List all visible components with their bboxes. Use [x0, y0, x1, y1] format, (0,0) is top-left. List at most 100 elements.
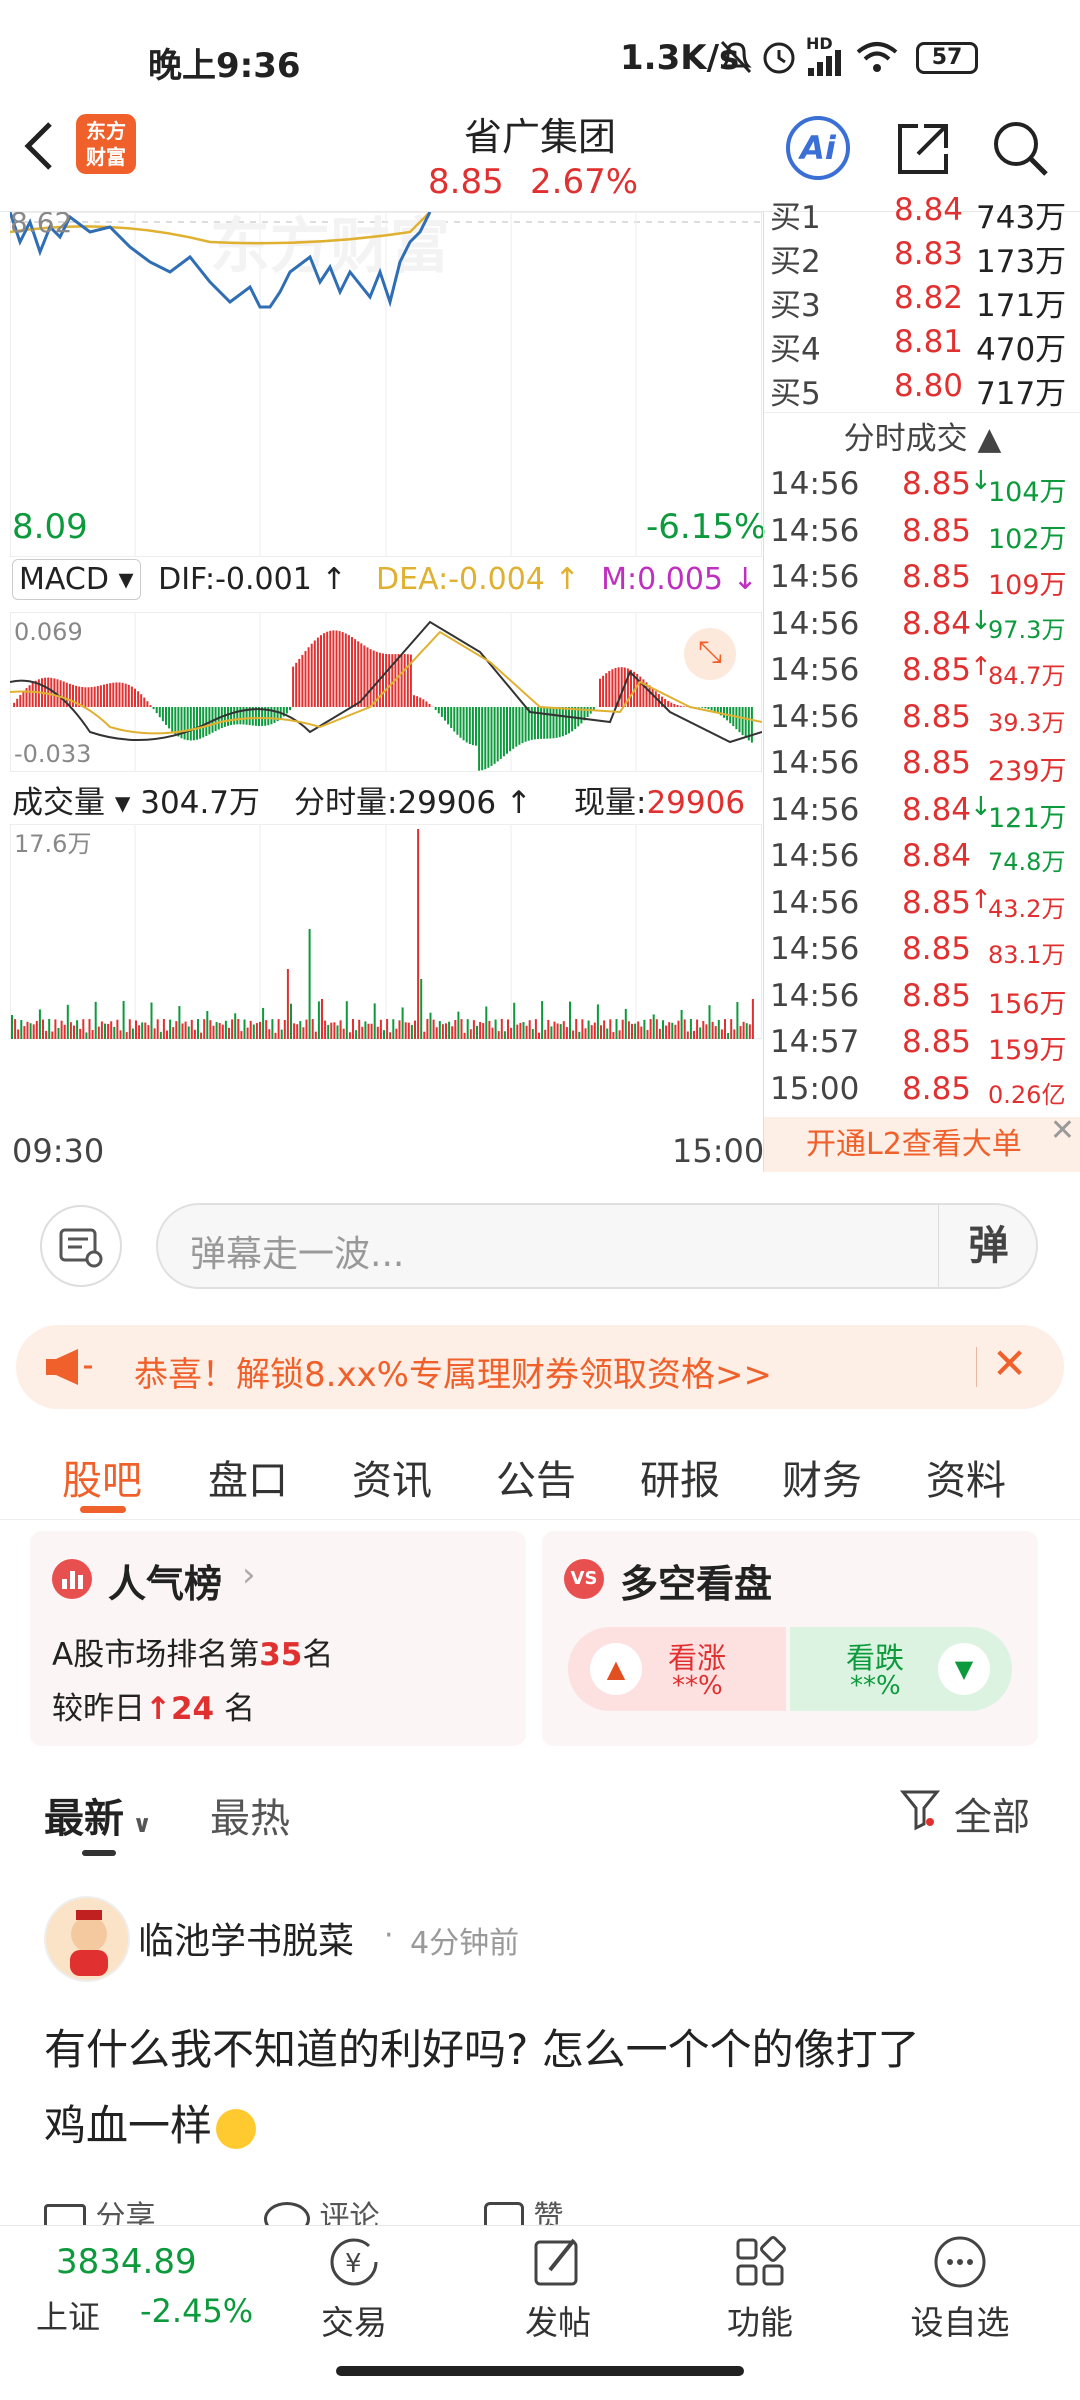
post-author[interactable]: 临池学书脱菜 [138, 1912, 354, 1964]
tick-row: 14:56 8.85 156万 [764, 978, 1080, 1024]
feed-header: 最新 ∨ 最热 全部 [0, 1770, 1080, 1870]
bid-label: 买2 [770, 244, 821, 280]
macd-bar [341, 632, 344, 707]
volume-selector[interactable]: 成交量 ▾ [12, 785, 130, 821]
danmu-settings-icon[interactable] [40, 1205, 122, 1287]
macd-selector[interactable]: MACD ▾ [12, 559, 141, 600]
volume-bar [693, 1030, 695, 1039]
macd-bar [450, 707, 453, 728]
macd-bar [456, 707, 459, 735]
bid-row[interactable]: 买2 8.83 173万 [764, 236, 1080, 280]
macd-bar [667, 700, 670, 707]
post-text-line1: 有什么我不知道的利好吗? 怎么一个个的像打了 [44, 2025, 920, 2074]
macd-bar [106, 683, 109, 707]
tab-2[interactable]: 资讯 [352, 1448, 432, 1506]
macd-bar [84, 687, 87, 707]
nav-add-watchlist[interactable]: 设自选 [890, 2234, 1030, 2344]
svg-text:¥: ¥ [345, 2249, 362, 2279]
bid-row[interactable]: 买1 8.84 743万 [764, 192, 1080, 236]
bid-price: 8.80 [894, 368, 964, 404]
back-arrow-icon[interactable] [22, 120, 54, 172]
index-quote[interactable]: 3834.89 上证 -2.45% [0, 2226, 260, 2341]
bid-volume: 173万 [976, 244, 1067, 280]
volume-chart[interactable]: 17.6万 [10, 824, 762, 1039]
post-item[interactable]: 临池学书脱菜 · 4分钟前 有什么我不知道的利好吗? 怎么一个个的像打了 鸡血一… [0, 1880, 1080, 2236]
triangle-down-icon: ▼ [938, 1643, 990, 1695]
macd-bar [422, 699, 425, 707]
danmu-toggle-button[interactable]: 弹 [938, 1205, 1038, 1287]
volume-bar [590, 1025, 593, 1039]
tick-volume: 97.3万 [988, 615, 1066, 644]
volume-bar [237, 1019, 240, 1039]
nav-post[interactable]: 发帖 [488, 2234, 628, 2344]
home-indicator[interactable] [336, 2366, 744, 2376]
volume-bar [66, 1004, 69, 1039]
promo-banner[interactable]: 恭喜！解锁8.xx%专属理财券领取资格>> ✕ [16, 1325, 1064, 1409]
tick-time: 14:56 [770, 698, 860, 735]
feed-filter-all[interactable]: 全部 [954, 1786, 1030, 1841]
tick-volume: 83.1万 [988, 941, 1066, 969]
volume-bar [262, 1007, 265, 1039]
bid-row[interactable]: 买4 8.81 470万 [764, 324, 1080, 368]
danmu-input[interactable]: 弹幕走一波... 弹 [156, 1203, 1038, 1289]
macd-bar [648, 685, 651, 707]
tab-0[interactable]: 股吧 [62, 1448, 142, 1506]
volume-bar [144, 1022, 147, 1039]
tick-row: 14:56 8.84 ↓ 121万 [764, 792, 1080, 838]
bid-row[interactable]: 买5 8.80 717万 [764, 368, 1080, 412]
volume-bar [711, 1021, 714, 1039]
volume-bar [581, 1019, 584, 1039]
volume-bar [197, 1019, 199, 1039]
ai-assistant-button[interactable]: Ai [786, 116, 850, 180]
volume-bar [392, 1019, 395, 1039]
macd-bar [183, 707, 186, 740]
macd-bar [344, 633, 347, 707]
volume-bar [150, 1002, 153, 1039]
tab-5[interactable]: 财务 [782, 1448, 862, 1506]
avatar[interactable] [44, 1896, 130, 1982]
nav-trade[interactable]: ¥ 交易 [284, 2234, 424, 2344]
macd-bar [90, 687, 93, 707]
tab-1[interactable]: 盘口 [208, 1448, 288, 1506]
post-time: 4分钟前 [410, 1926, 520, 1961]
tab-6[interactable]: 资料 [926, 1448, 1006, 1506]
search-icon[interactable] [990, 118, 1050, 178]
macd-bar [385, 653, 388, 707]
volume-bar [35, 1020, 38, 1039]
expand-icon[interactable]: ⤡ [684, 628, 736, 680]
macd-bar [239, 707, 242, 725]
share-icon[interactable] [894, 120, 952, 178]
tab-3[interactable]: 公告 [496, 1448, 576, 1506]
nav-functions[interactable]: 功能 [690, 2234, 830, 2344]
popularity-card[interactable]: 人气榜 › A股市场排名第35名 较昨日↑24 名 [30, 1531, 526, 1746]
ticks-title[interactable]: 分时成交 ▲ [764, 412, 1080, 457]
macd-bar [301, 654, 304, 707]
filter-icon[interactable] [900, 1788, 940, 1832]
volume-bar [20, 1020, 23, 1039]
app-logo[interactable]: 东方 财富 [76, 114, 136, 174]
active-tab-underline [80, 1506, 126, 1513]
macd-bar [453, 707, 456, 732]
macd-chart[interactable]: 0.069 -0.033 [10, 612, 762, 772]
price-chart[interactable]: 东方财富 8.62 [10, 212, 762, 557]
feed-tab-latest[interactable]: 最新 ∨ [44, 1786, 152, 1844]
feed-tab-hot[interactable]: 最热 [210, 1786, 290, 1844]
bid-row[interactable]: 买3 8.82 171万 [764, 280, 1080, 324]
more-dots-icon [934, 2236, 986, 2288]
promo-close-icon[interactable]: ✕ [992, 1339, 1027, 1388]
volume-bar [724, 1019, 726, 1039]
macd-m: M:0.005 [601, 562, 724, 597]
tab-4[interactable]: 研报 [640, 1448, 720, 1506]
close-icon[interactable]: ✕ [1050, 1103, 1075, 1158]
macd-bar [103, 684, 105, 707]
volume-bar [212, 1025, 215, 1039]
l2-banner[interactable]: 开通L2查看大单 ✕ [764, 1113, 1080, 1172]
vote-down-button[interactable]: 看跌 **% ▼ [790, 1627, 1012, 1711]
macd-bar [127, 684, 130, 707]
macd-bar [93, 686, 96, 707]
tick-volume: 121万 [988, 802, 1067, 834]
bull-bear-card: VS 多空看盘 ▲ 看涨 **% 看跌 **% ▼ [542, 1531, 1038, 1746]
vote-up-button[interactable]: ▲ 看涨 **% [568, 1627, 786, 1711]
macd-bar [13, 702, 16, 707]
macd-bar [72, 684, 74, 707]
